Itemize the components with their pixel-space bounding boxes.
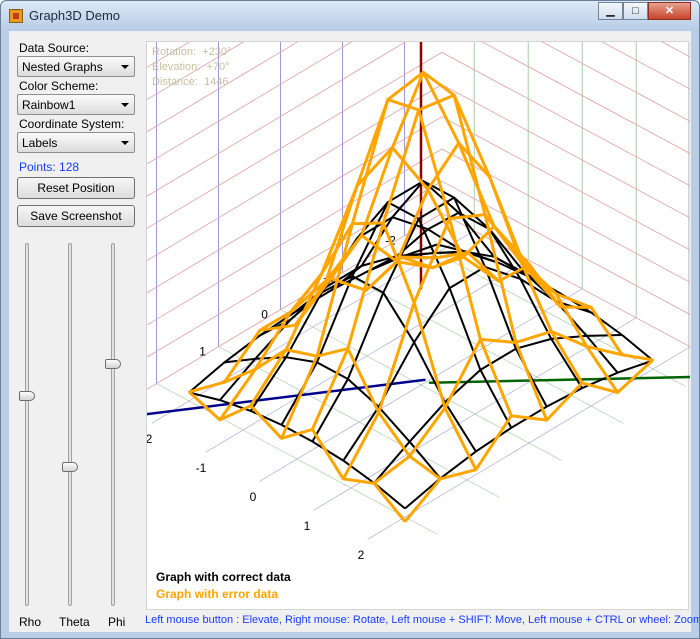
chevron-down-icon <box>121 65 129 69</box>
grid-line-z <box>441 51 700 192</box>
correct-data-mesh <box>188 391 406 510</box>
correct-data-mesh <box>280 180 531 426</box>
maximize-icon: □ <box>632 4 639 17</box>
window-title: Graph3D Demo <box>29 8 121 23</box>
phi-label: Phi <box>108 615 126 629</box>
color-scheme-value: Rainbow1 <box>22 98 76 112</box>
close-icon: ✕ <box>664 4 675 17</box>
title-bar[interactable]: Graph3D Demo ▁ □ ✕ <box>1 1 699 31</box>
theta-label: Theta <box>59 615 90 629</box>
theta-slider-track[interactable] <box>68 243 72 606</box>
status-hint: Left mouse button : Elevate, Right mouse… <box>145 614 700 626</box>
x-tick-label: 0 <box>261 308 268 322</box>
correct-data-mesh <box>373 334 623 484</box>
window-buttons: ▁ □ ✕ <box>598 2 691 20</box>
elevation-readout: Elevation: +70° <box>152 61 230 73</box>
y-tick-label: 1 <box>304 519 311 533</box>
error-data-mesh <box>187 390 407 523</box>
app-icon <box>9 9 23 23</box>
save-screenshot-button[interactable]: Save Screenshot <box>17 205 135 227</box>
rotation-label: Rotation: <box>152 46 197 58</box>
rho-label: Rho <box>19 615 42 629</box>
grid-line-z <box>441 84 700 224</box>
error-data-mesh <box>373 329 623 485</box>
y-tick-label: 2 <box>358 548 365 562</box>
coordinate-system-value: Labels <box>22 136 58 150</box>
grid-line-z <box>118 116 443 310</box>
coordinate-system-label: Coordinate System: <box>19 117 125 131</box>
y-tick-label: -2 <box>147 432 153 446</box>
minimize-icon: ▁ <box>606 4 615 17</box>
x-tick-label: 1 <box>199 345 206 359</box>
y-tick-label: -1 <box>196 461 207 475</box>
data-source-label: Data Source: <box>19 41 90 55</box>
chevron-down-icon <box>121 103 129 107</box>
rho-slider-thumb[interactable] <box>19 391 35 402</box>
rotation-value: +230° <box>202 46 232 58</box>
legend-error: Graph with error data <box>156 587 279 601</box>
client-area: Data Source: Nested Graphs Color Scheme:… <box>9 0 700 632</box>
chevron-down-icon <box>121 141 129 145</box>
maximize-button[interactable]: □ <box>623 2 648 20</box>
minimize-button[interactable]: ▁ <box>598 2 623 20</box>
elevation-value: +70° <box>206 61 230 73</box>
app-window: Graph3D Demo ▁ □ ✕ Data Source: Nested G… <box>0 0 700 639</box>
grid-line-z <box>523 0 700 95</box>
error-data-mesh <box>403 358 655 523</box>
theta-slider-thumb[interactable] <box>62 461 78 472</box>
elevation-label: Elevation: <box>152 61 201 73</box>
coordinate-system-select[interactable]: Labels <box>17 132 135 153</box>
distance-value: 1446 <box>203 76 229 88</box>
phi-slider-track[interactable] <box>111 243 115 606</box>
distance-label: Distance: <box>152 76 198 88</box>
data-source-select[interactable]: Nested Graphs <box>17 56 135 77</box>
graph-3d-plot[interactable]: 00.20.40.60.811.21.41.61.82-2-1012-2-101… <box>93 0 700 611</box>
data-source-value: Nested Graphs <box>22 60 103 74</box>
y-tick-label: 0 <box>250 490 257 504</box>
phi-slider-thumb[interactable] <box>105 359 121 370</box>
grid-line-z <box>463 0 700 128</box>
error-data-mesh <box>249 146 500 407</box>
distance-readout: Distance: 1446 <box>152 76 228 88</box>
color-scheme-label: Color Scheme: <box>19 79 99 93</box>
reset-position-button[interactable]: Reset Position <box>17 177 135 199</box>
rho-slider-track[interactable] <box>25 243 29 606</box>
rotation-readout: Rotation: +230° <box>152 46 231 58</box>
legend-correct: Graph with correct data <box>156 570 291 584</box>
color-scheme-select[interactable]: Rainbow1 <box>17 94 135 115</box>
points-count: Points: 128 <box>19 160 80 174</box>
close-button[interactable]: ✕ <box>648 2 691 20</box>
graph-canvas[interactable]: 00.20.40.60.811.21.41.61.82-2-1012-2-101… <box>93 0 700 611</box>
